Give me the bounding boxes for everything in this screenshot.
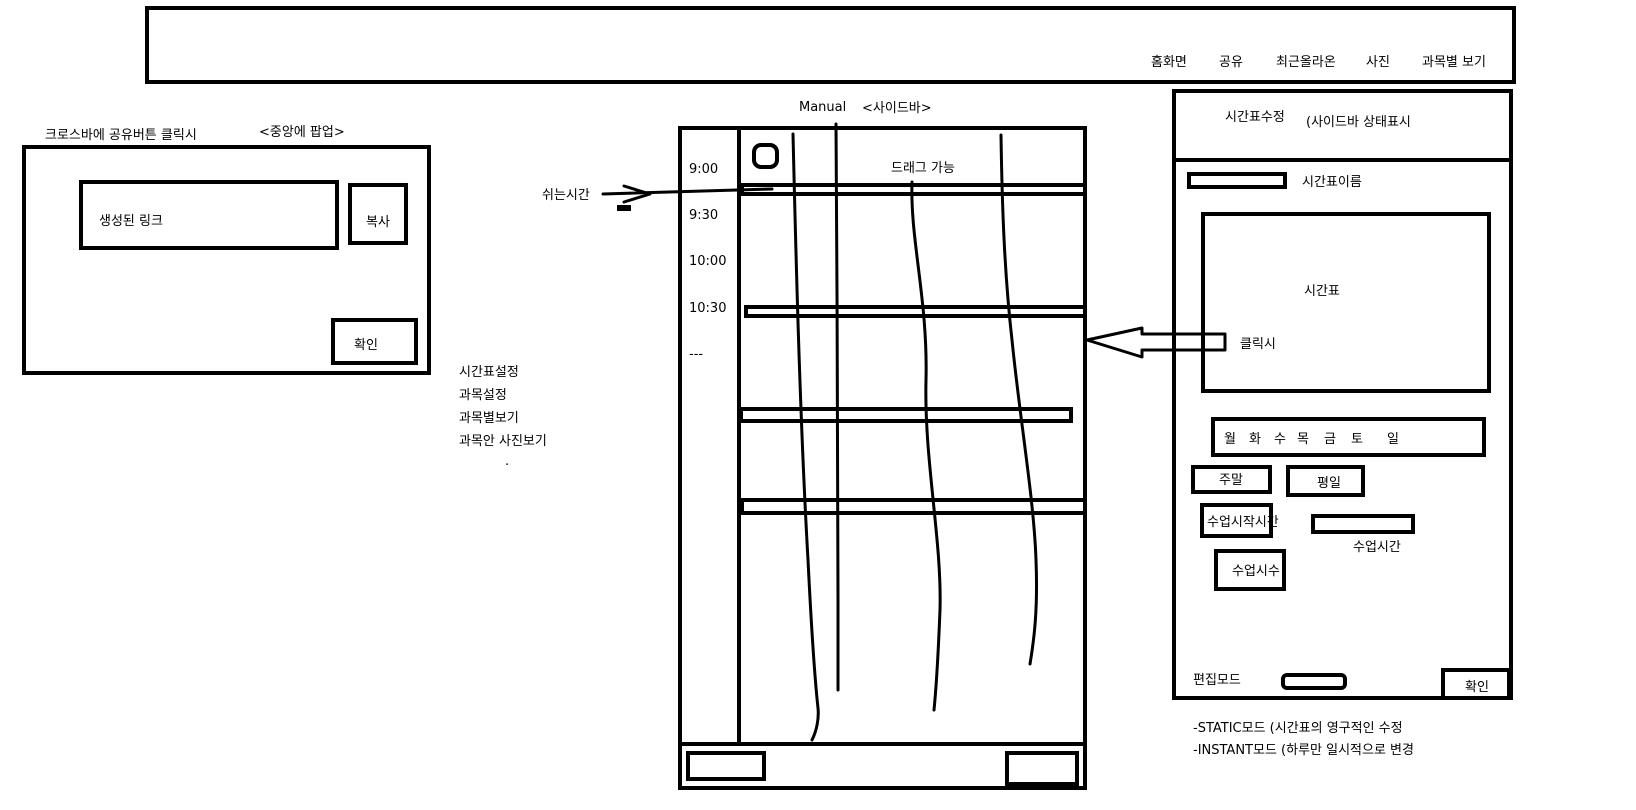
menu-ellipsis: . xyxy=(505,454,510,469)
share-confirm-button[interactable]: 확인 xyxy=(331,318,418,365)
time-slot-label: 9:00 xyxy=(689,162,719,177)
click-hint-label: 클릭시 xyxy=(1240,337,1276,352)
editor-title: 시간표수정 xyxy=(1225,110,1285,125)
weekend-button[interactable]: 주말 xyxy=(1191,465,1272,494)
drag-enabled-label: 드래그 가능 xyxy=(891,161,955,176)
time-slot-label: 9:30 xyxy=(689,208,719,223)
day-sunday[interactable]: 일 xyxy=(1387,433,1399,446)
day-friday[interactable]: 금 xyxy=(1324,433,1336,446)
time-slot-label: 10:00 xyxy=(689,254,727,269)
class-block[interactable] xyxy=(739,407,1073,423)
instant-mode-note: -INSTANT모드 (하루만 일시적으로 변경 xyxy=(1193,743,1414,758)
timetable-name-input[interactable] xyxy=(1187,172,1287,189)
generated-link-field[interactable]: 생성된 링크 xyxy=(79,180,339,250)
menu-timetable-settings[interactable]: 시간표설정 xyxy=(459,366,519,379)
edit-mode-toggle[interactable] xyxy=(1281,673,1347,690)
class-block[interactable] xyxy=(740,498,1087,515)
weekend-button-label: 주말 xyxy=(1219,473,1243,488)
timetable-name-label: 시간표이름 xyxy=(1302,175,1362,190)
time-slot-label: 10:30 xyxy=(689,301,727,316)
menu-toggle-icon[interactable] xyxy=(752,143,779,169)
share-confirm-label: 확인 xyxy=(354,338,378,353)
class-count-label: 수업시수 xyxy=(1232,564,1280,579)
generated-link-label: 생성된 링크 xyxy=(99,214,163,229)
copy-button-label: 복사 xyxy=(366,215,390,230)
static-mode-note: -STATIC모드 (시간표의 영구적인 수정 xyxy=(1193,721,1403,736)
break-time-arrowhead xyxy=(622,184,652,204)
class-block[interactable] xyxy=(744,305,1087,318)
weekday-button[interactable]: 평일 xyxy=(1286,465,1365,497)
menu-subject-settings[interactable]: 과목설정 xyxy=(459,389,507,402)
manual-label: Manual xyxy=(799,100,847,115)
weekday-button-label: 평일 xyxy=(1317,476,1341,491)
timetable-preview-label: 시간표 xyxy=(1304,284,1340,299)
bottom-right-button[interactable] xyxy=(1005,751,1079,786)
nav-share[interactable]: 공유 xyxy=(1219,51,1243,70)
copy-button[interactable]: 복사 xyxy=(348,183,408,245)
day-thursday[interactable]: 목 xyxy=(1297,433,1309,446)
day-monday[interactable]: 월 xyxy=(1224,433,1236,446)
menu-subject-photos[interactable]: 과목안 사진보기 xyxy=(459,435,547,448)
bottom-left-button[interactable] xyxy=(686,751,766,781)
nav-by-subject[interactable]: 과목별 보기 xyxy=(1422,51,1486,70)
day-wednesday[interactable]: 수 xyxy=(1274,433,1286,446)
class-duration-label: 수업시간 xyxy=(1353,540,1401,555)
class-start-time-label: 수업시작시간 xyxy=(1207,515,1279,530)
break-time-marker xyxy=(617,205,631,211)
editor-confirm-label: 확인 xyxy=(1465,680,1489,695)
nav-recent[interactable]: 최근올라온 xyxy=(1276,51,1336,70)
nav-home[interactable]: 홈화면 xyxy=(1151,51,1187,70)
share-popup-note: 크로스바에 공유버튼 클릭시 xyxy=(45,128,197,143)
editor-confirm-button[interactable]: 확인 xyxy=(1441,668,1511,700)
edit-mode-label: 편집모드 xyxy=(1193,673,1241,688)
break-time-label: 쉬는시간 xyxy=(542,188,590,203)
time-slot-label: --- xyxy=(689,347,704,362)
top-navigation-bar xyxy=(145,6,1516,84)
class-duration-input[interactable] xyxy=(1311,514,1415,534)
day-saturday[interactable]: 토 xyxy=(1351,433,1363,446)
sidebar-label: <사이드바> xyxy=(862,101,932,116)
day-tuesday[interactable]: 화 xyxy=(1249,433,1261,446)
nav-photos[interactable]: 사진 xyxy=(1366,51,1390,70)
menu-view-by-subject[interactable]: 과목별보기 xyxy=(459,412,519,425)
editor-status-note: (사이드바 상태표시 xyxy=(1306,115,1411,130)
break-time-bar[interactable] xyxy=(740,183,1087,196)
timetable-preview[interactable] xyxy=(1201,212,1491,393)
share-popup-position-note: <중앙에 팝업> xyxy=(259,125,345,140)
